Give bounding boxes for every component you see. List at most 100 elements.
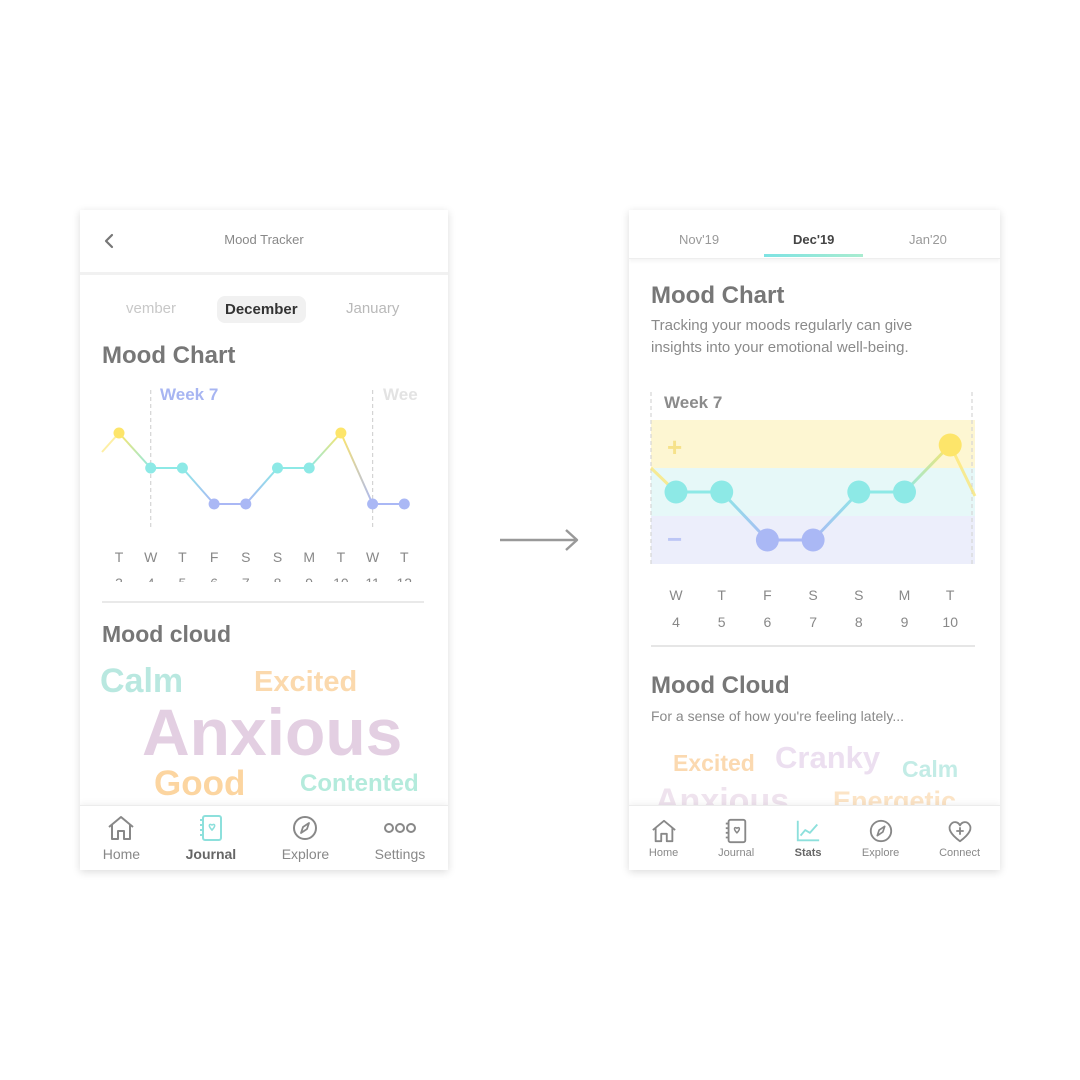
series-line-segment [245, 467, 279, 505]
band-good [651, 420, 975, 468]
series-line-segment [339, 432, 374, 505]
series-line-segment [118, 432, 152, 469]
x-tick-day: T [337, 549, 346, 565]
data-point [335, 427, 347, 439]
x-tick-day: T [400, 549, 409, 565]
data-point [755, 528, 779, 552]
mood-high-label: + [667, 432, 683, 462]
nav-label: Explore [281, 846, 330, 862]
x-tick-date: 7 [242, 575, 250, 582]
data-point [367, 498, 379, 510]
x-tick-day: M [303, 549, 315, 565]
cloud-word-cranky: Cranky [775, 740, 881, 775]
journal-icon [725, 818, 747, 843]
cloud-word-anxious: Anxious [142, 695, 403, 769]
month-prev[interactable]: vember [126, 300, 176, 317]
data-point [938, 433, 962, 457]
nav-label: Home [102, 846, 141, 862]
x-tick-date: 8 [274, 575, 282, 582]
month-next[interactable]: January [346, 300, 399, 317]
data-point [272, 462, 283, 474]
x-tick-day: S [241, 549, 250, 565]
nav-stats[interactable]: Stats [794, 818, 822, 859]
x-tick-day: W [669, 587, 683, 603]
heart-plus-icon [948, 820, 971, 842]
data-point [303, 462, 315, 474]
x-tick-day: F [763, 587, 772, 603]
divider [102, 601, 424, 603]
data-point [893, 480, 916, 504]
cloud-word-good: Good [154, 764, 246, 803]
x-tick-date: 4 [672, 614, 680, 630]
divider [651, 645, 975, 647]
chart-title: Mood Chart [102, 342, 236, 369]
nav-label: Journal [718, 846, 755, 859]
next-week-label: Wee [383, 385, 418, 404]
x-tick-day: M [899, 587, 911, 603]
x-tick-day: S [854, 587, 863, 603]
x-tick-day: S [273, 549, 282, 565]
data-point [664, 480, 688, 504]
tab-next-month[interactable]: Jan'20 [909, 232, 947, 247]
nav-journal[interactable]: Journal [186, 814, 236, 862]
nav-explore[interactable]: Explore [282, 814, 329, 862]
cloud-title: Mood Cloud [651, 672, 790, 699]
cloud-word-excited: Excited [673, 750, 755, 776]
series-line-segment [181, 467, 215, 505]
x-tick-date: 10 [942, 614, 958, 630]
x-tick-date: 9 [901, 614, 909, 630]
nav-home[interactable]: Home [649, 818, 678, 859]
compass-icon [293, 816, 318, 840]
nav-explore[interactable]: Explore [862, 818, 899, 859]
mood-chart: W 4 T 5 F 6 S 7 S 8 M 9 T 10 [649, 392, 977, 630]
cloud-subtitle: For a sense of how you're feeling lately… [651, 708, 904, 724]
x-tick-day: W [144, 549, 158, 565]
nav-label: Home [648, 846, 679, 859]
x-tick-date: 4 [147, 575, 155, 582]
x-tick-date: 12 [397, 575, 413, 582]
x-tick-date: 10 [333, 575, 349, 582]
home-icon [108, 816, 135, 840]
cloud-word-calm: Calm [902, 756, 959, 782]
data-point [113, 427, 125, 439]
phone-mood-tracker-old: Mood Tracker vember December January Moo… [80, 210, 448, 870]
journal-icon [199, 815, 222, 841]
stats-chart-icon [796, 820, 820, 841]
x-tick-date: 11 [365, 575, 380, 582]
header: Mood Tracker [80, 210, 448, 275]
mood-low-label: − [667, 524, 683, 554]
nav-journal[interactable]: Journal [718, 818, 754, 859]
data-point [176, 462, 188, 474]
nav-settings[interactable]: Settings [375, 814, 425, 862]
x-tick-date: 5 [179, 575, 187, 582]
tab-current-month[interactable]: Dec'19 [793, 232, 834, 247]
bottom-nav: Home Journal Explore Settings [80, 805, 448, 870]
tab-prev-month[interactable]: Nov'19 [679, 232, 719, 247]
x-tick-date: 5 [718, 614, 726, 630]
x-tick-day: W [366, 549, 380, 565]
transition-arrow-icon [500, 529, 579, 551]
data-point [847, 480, 871, 504]
x-tick-date: 7 [809, 614, 817, 630]
data-point [710, 480, 734, 504]
x-tick-date: 9 [305, 575, 313, 582]
x-tick-day: S [808, 587, 817, 603]
compass-icon [869, 819, 892, 842]
nav-label: Stats [794, 846, 822, 859]
x-tick-day: T [946, 587, 955, 603]
data-point [240, 498, 252, 510]
x-tick-date: 3 [115, 575, 123, 582]
cloud-title: Mood cloud [102, 621, 232, 647]
week-label: Week 7 [160, 385, 219, 404]
x-tick-date: 6 [210, 575, 218, 582]
data-point [398, 498, 410, 510]
nav-connect[interactable]: Connect [939, 818, 980, 859]
week-label: Week 7 [664, 393, 723, 412]
x-tick-date: 8 [855, 614, 863, 630]
nav-label: Connect [939, 846, 981, 859]
x-tick-day: T [717, 587, 726, 603]
month-current[interactable]: December [217, 296, 306, 323]
page-title: Mood Tracker [224, 232, 304, 247]
phone-stats-new: Nov'19 Dec'19 Jan'20 Mood Chart Tracking… [629, 210, 1000, 870]
nav-home[interactable]: Home [103, 814, 140, 862]
